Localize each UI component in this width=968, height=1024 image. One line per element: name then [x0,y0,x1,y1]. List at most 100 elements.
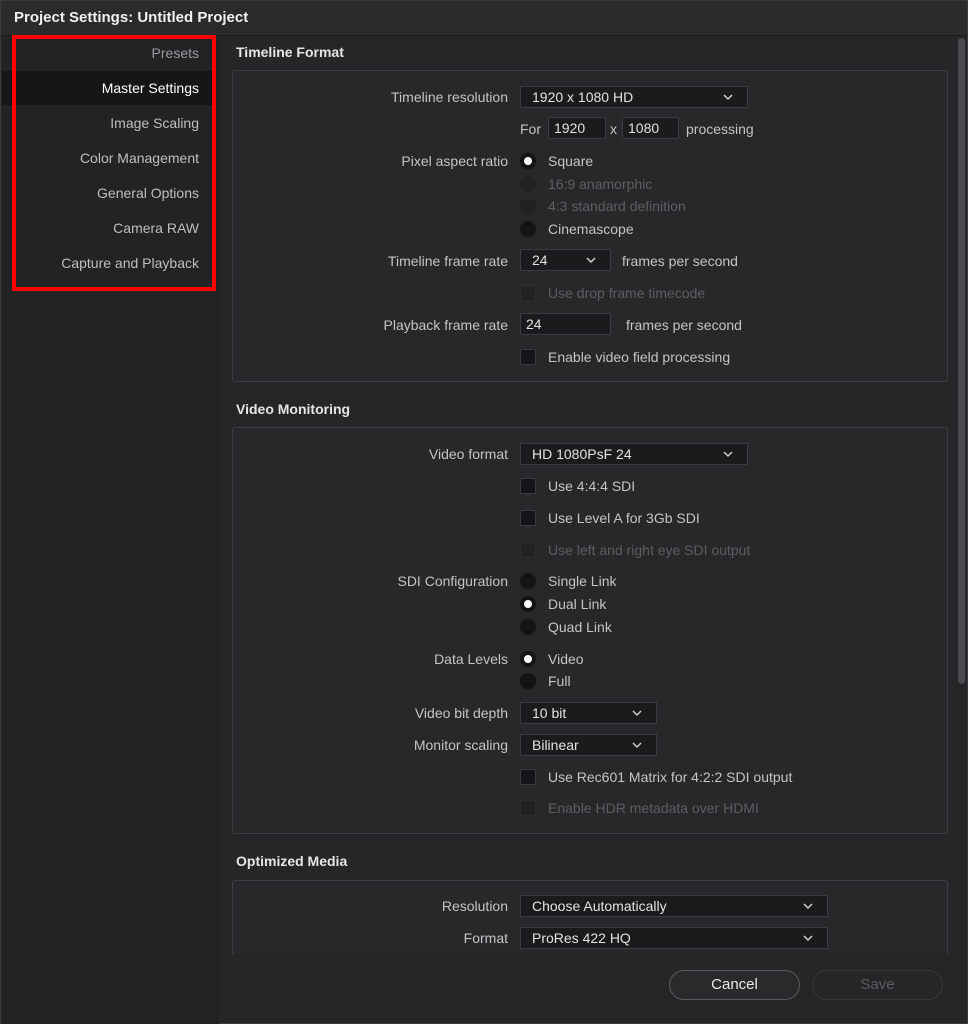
level-a-checkbox[interactable] [520,510,536,526]
sidebar-item-general-options[interactable]: General Options [2,176,215,210]
optimized-format-dropdown[interactable]: ProRes 422 HQ [520,927,828,949]
sidebar-item-label: Master Settings [101,80,199,96]
video-format-label: Video format [428,446,508,462]
chevron-down-icon [803,935,813,942]
content-scrollbar[interactable] [957,36,966,953]
drop-frame-checkbox [520,285,536,301]
chevron-down-icon [723,451,733,458]
processing-label: processing [686,121,754,137]
timeline-frame-rate-label: Timeline frame rate [387,253,508,269]
sidebar-item-label: Image Scaling [110,115,199,131]
project-settings-window: Project Settings: Untitled Project Prese… [0,0,968,1024]
fps-label: frames per second [622,253,738,269]
drop-frame-label: Use drop frame timecode [548,285,706,301]
radio-quad-link-label: Quad Link [548,619,612,635]
radio-single-link-label: Single Link [548,573,617,589]
optimized-format-label: Format [463,930,508,946]
chevron-down-icon [632,710,642,717]
radio-dual-link[interactable] [520,596,536,612]
sidebar-item-label: Camera RAW [113,220,199,236]
timeline-format-panel: Timeline resolution 1920 x 1080 HD For 1… [232,70,948,382]
radio-square[interactable] [520,153,536,169]
sdi-configuration-label: SDI Configuration [397,573,508,589]
sidebar-item-color-management[interactable]: Color Management [2,141,215,175]
dropdown-value: HD 1080PsF 24 [532,446,632,462]
sidebar-item-camera-raw[interactable]: Camera RAW [2,211,215,245]
level-a-label: Use Level A for 3Gb SDI [548,510,700,526]
radio-16-9-label: 16:9 anamorphic [548,176,653,192]
times-label: x [610,121,617,137]
radio-video-label: Video [548,651,584,667]
video-bit-depth-dropdown[interactable]: 10 bit [520,702,657,724]
timeline-resolution-dropdown[interactable]: 1920 x 1080 HD [520,86,748,108]
radio-quad-link[interactable] [520,619,536,635]
radio-square-label: Square [548,153,594,169]
section-title-optimized-media: Optimized Media [236,853,348,869]
sidebar-item-label: Capture and Playback [61,255,199,271]
timeline-height-input[interactable]: 1080 [622,117,679,139]
chevron-down-icon [632,742,642,749]
radio-cinemascope-label: Cinemascope [548,221,634,237]
dropdown-value: ProRes 422 HQ [532,930,631,946]
hdr-metadata-label: Enable HDR metadata over HDMI [548,800,759,816]
optimized-media-panel: Resolution Choose Automatically Format P… [232,880,948,954]
radio-full-label: Full [548,673,571,689]
dropdown-value: Bilinear [532,737,579,753]
sidebar-item-image-scaling[interactable]: Image Scaling [2,106,215,140]
optimized-resolution-dropdown[interactable]: Choose Automatically [520,895,828,917]
timeline-frame-rate-dropdown[interactable]: 24 [520,249,611,271]
section-title-timeline-format: Timeline Format [236,44,344,60]
chevron-down-icon [803,903,813,910]
monitor-scaling-dropdown[interactable]: Bilinear [520,734,657,756]
scrollbar-thumb[interactable] [958,38,965,684]
timeline-resolution-label: Timeline resolution [391,89,508,105]
field-processing-label: Enable video field processing [548,349,731,365]
optimized-resolution-label: Resolution [441,898,508,914]
chevron-down-icon [723,94,733,101]
timeline-width-input[interactable]: 1920 [548,117,606,139]
video-monitoring-panel: Video format HD 1080PsF 24 Use 4:4:4 SDI… [232,427,948,834]
stereo-sdi-checkbox [520,542,536,558]
dropdown-value: 10 bit [532,705,567,721]
radio-4-3-standard [520,198,536,214]
hdr-metadata-checkbox [520,800,536,816]
radio-data-levels-full[interactable] [520,673,536,689]
radio-data-levels-video[interactable] [520,651,536,667]
sidebar-item-label: General Options [97,185,199,201]
radio-16-9-anamorphic [520,176,536,192]
radio-single-link[interactable] [520,573,536,589]
sidebar-item-label: Presets [151,45,199,61]
pixel-aspect-ratio-label: Pixel aspect ratio [401,153,508,169]
rec601-label: Use Rec601 Matrix for 4:2:2 SDI output [548,769,793,785]
use-444-sdi-label: Use 4:4:4 SDI [548,478,636,494]
radio-dual-link-label: Dual Link [548,596,607,612]
video-format-dropdown[interactable]: HD 1080PsF 24 [520,443,748,465]
radio-4-3-label: 4:3 standard definition [548,198,686,214]
rec601-checkbox[interactable] [520,769,536,785]
dropdown-value: 24 [532,252,548,268]
playback-fps-label: frames per second [626,317,742,333]
dropdown-value: Choose Automatically [532,898,667,914]
radio-cinemascope[interactable] [520,221,536,237]
sidebar-item-presets[interactable]: Presets [2,36,215,70]
sidebar-item-label: Color Management [79,150,199,166]
field-processing-checkbox[interactable] [520,349,536,365]
data-levels-label: Data Levels [434,651,508,667]
playback-frame-rate-label: Playback frame rate [383,317,509,333]
monitor-scaling-label: Monitor scaling [413,737,508,753]
sidebar-item-capture-and-playback[interactable]: Capture and Playback [2,246,215,280]
video-bit-depth-label: Video bit depth [414,705,508,721]
cancel-button[interactable]: Cancel [669,970,800,1000]
chevron-down-icon [586,257,596,264]
window-title: Project Settings: Untitled Project [14,9,249,26]
settings-content: Timeline Format Timeline resolution 1920… [220,36,956,954]
playback-frame-rate-input[interactable]: 24 [520,313,611,335]
dialog-footer: Cancel Save [220,954,967,1023]
settings-sidebar: Presets Master Settings Image Scaling Co… [2,36,219,1024]
use-444-sdi-checkbox[interactable] [520,478,536,494]
for-label: For [520,121,541,137]
sidebar-item-master-settings[interactable]: Master Settings [2,71,215,105]
section-title-video-monitoring: Video Monitoring [236,401,351,417]
title-bar: Project Settings: Untitled Project [1,1,967,36]
save-button[interactable]: Save [812,970,943,1000]
